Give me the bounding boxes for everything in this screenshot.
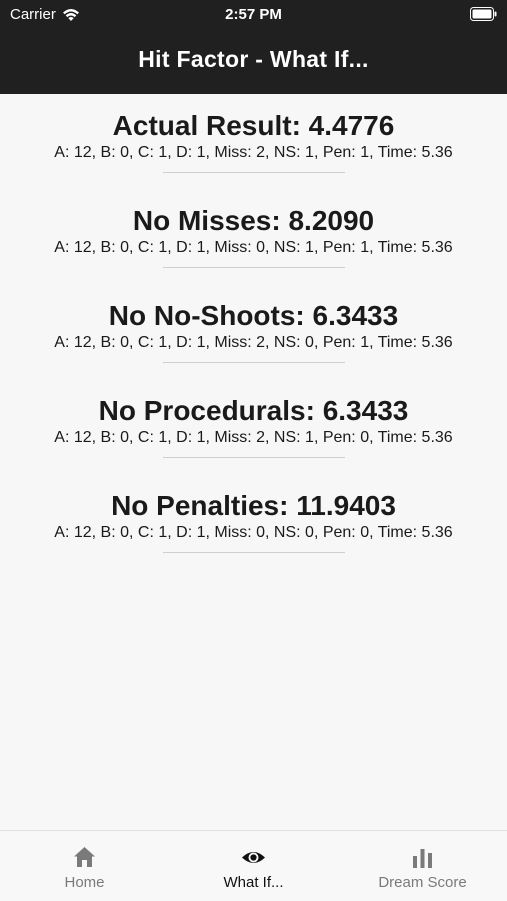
eye-icon [242, 852, 265, 863]
result-no-procedurals: No Procedurals: 6.3433 A: 12, B: 0, C: 1… [0, 395, 507, 458]
result-divider [162, 172, 345, 173]
page-title: Hit Factor - What If... [138, 46, 369, 72]
navigation-header: Carrier 2:57 PM Hit Factor - What If... [0, 0, 507, 94]
result-detail: A: 12, B: 0, C: 1, D: 1, Miss: 2, NS: 1,… [54, 144, 453, 161]
result-no-penalties: No Penalties: 11.9403 A: 12, B: 0, C: 1,… [0, 490, 507, 553]
result-divider [162, 362, 345, 363]
results-list: Actual Result: 4.4776 A: 12, B: 0, C: 1,… [0, 94, 507, 830]
home-icon [74, 847, 95, 867]
battery-icon [470, 7, 497, 21]
result-title: Actual Result: 4.4776 [112, 110, 395, 141]
bar-chart-icon [413, 849, 432, 868]
tab-dream-score-label: Dream Score [378, 874, 467, 891]
result-detail: A: 12, B: 0, C: 1, D: 1, Miss: 0, NS: 1,… [54, 239, 453, 256]
tab-what-if[interactable]: What If... [169, 831, 338, 901]
tab-home-label: Home [64, 874, 105, 891]
result-title: No No-Shoots: 6.3433 [108, 300, 399, 331]
result-no-misses: No Misses: 8.2090 A: 12, B: 0, C: 1, D: … [0, 205, 507, 268]
tab-home[interactable]: Home [0, 831, 169, 901]
result-no-no-shoots: No No-Shoots: 6.3433 A: 12, B: 0, C: 1, … [0, 300, 507, 363]
tab-what-if-label: What If... [223, 874, 284, 891]
status-bar: Carrier 2:57 PM [0, 0, 507, 30]
tab-bar: Home What If... Dream Score [0, 830, 507, 901]
result-title: No Penalties: 11.9403 [111, 490, 396, 521]
result-title: No Procedurals: 6.3433 [98, 395, 409, 426]
result-detail: A: 12, B: 0, C: 1, D: 1, Miss: 0, NS: 0,… [54, 524, 453, 541]
result-detail: A: 12, B: 0, C: 1, D: 1, Miss: 2, NS: 0,… [54, 334, 453, 351]
result-detail: A: 12, B: 0, C: 1, D: 1, Miss: 2, NS: 1,… [54, 429, 453, 446]
tab-dream-score[interactable]: Dream Score [338, 831, 507, 901]
result-title: No Misses: 8.2090 [132, 205, 375, 236]
result-divider [162, 457, 345, 458]
result-actual: Actual Result: 4.4776 A: 12, B: 0, C: 1,… [0, 110, 507, 173]
result-divider [162, 552, 345, 553]
result-divider [162, 267, 345, 268]
status-time: 2:57 PM [225, 6, 282, 23]
